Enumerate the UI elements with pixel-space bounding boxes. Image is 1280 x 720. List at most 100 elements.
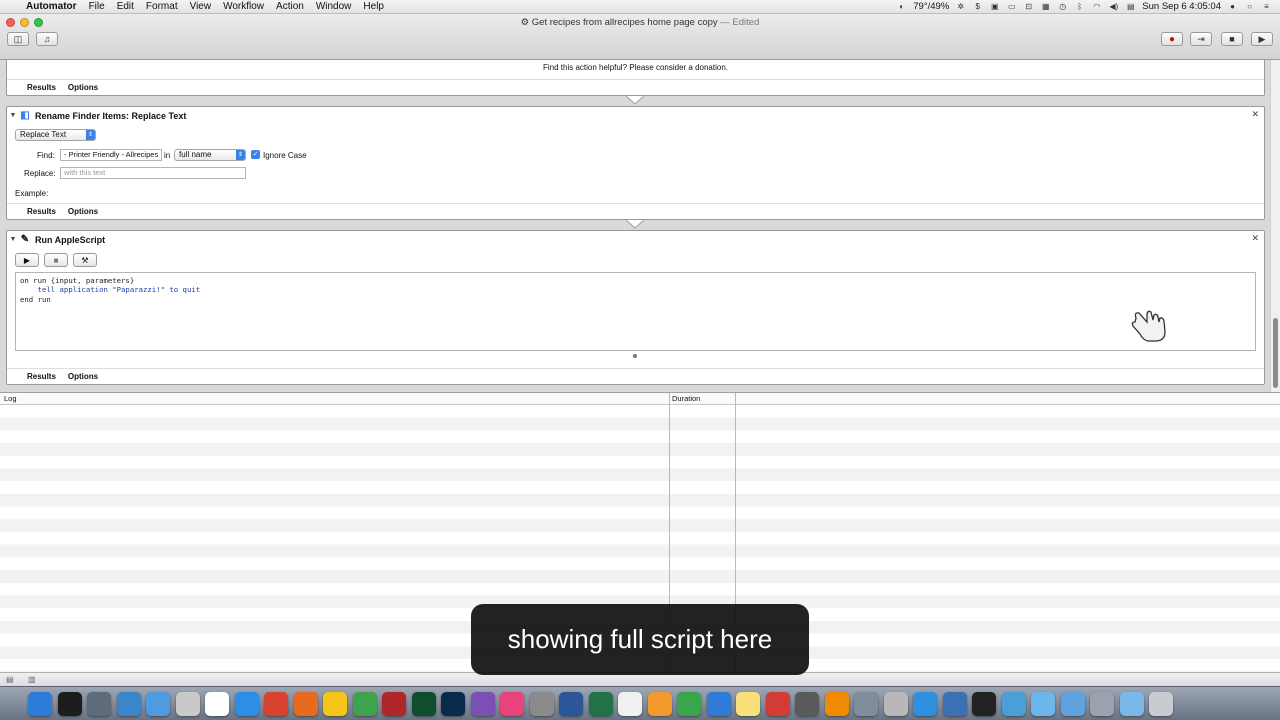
dock-finder-icon[interactable] (28, 692, 52, 716)
bluetooth-icon[interactable]: ᛒ (1074, 2, 1085, 11)
replace-mode-popup[interactable]: Replace Text ⇕ (15, 129, 96, 141)
dock-cyberduck-icon[interactable] (323, 692, 347, 716)
dock-textedit-icon[interactable] (618, 692, 642, 716)
menu-help[interactable]: Help (357, 1, 390, 12)
record-icon: ● (1168, 33, 1176, 45)
step-button[interactable]: ⇥ (1190, 32, 1212, 46)
menu-window[interactable]: Window (310, 1, 358, 12)
dock-dreamweaver-icon[interactable] (411, 692, 436, 716)
spotlight-search-icon[interactable]: ○ (1244, 2, 1255, 11)
network-icon[interactable]: ▣ (989, 2, 1000, 11)
resize-handle[interactable] (633, 354, 637, 358)
dock-tools-icon[interactable] (1090, 692, 1114, 716)
dock-trash-icon[interactable] (1149, 692, 1173, 716)
workflow-scrollbar[interactable] (1270, 60, 1280, 392)
options-button[interactable]: Options (68, 207, 98, 216)
temperature-readout[interactable]: 79°/49% (913, 1, 949, 12)
dock-calendar-icon[interactable] (205, 692, 229, 716)
dock-wunderlist-icon[interactable] (765, 692, 790, 716)
dock-network-icon[interactable] (942, 692, 967, 716)
menu-view[interactable]: View (184, 1, 218, 12)
dock-chrome-icon[interactable] (264, 692, 288, 716)
library-button[interactable]: ◫ (7, 32, 29, 46)
dock-filezilla-icon[interactable] (382, 692, 406, 716)
dock-apps-icon[interactable] (1001, 692, 1026, 716)
notification-center-icon[interactable]: ≡ (1261, 2, 1272, 11)
dock-contacts-icon[interactable] (175, 692, 200, 716)
run-script-button[interactable]: ▶ (15, 253, 39, 267)
sun-icon[interactable]: ✲ (955, 2, 966, 11)
stop-button[interactable]: ■ (1221, 32, 1243, 46)
disclosure-triangle-icon[interactable]: ▼ (7, 236, 19, 243)
dock-pixelmator-icon[interactable] (470, 692, 495, 716)
dock-safari-icon[interactable] (234, 692, 259, 716)
flag-icon[interactable]: ▤ (1125, 2, 1136, 11)
media-button[interactable]: ♫ (36, 32, 58, 46)
temperature-icon[interactable]: ◐ (896, 2, 907, 11)
duration-column-header[interactable]: Duration (672, 393, 700, 405)
dock-itunes-icon[interactable] (500, 692, 524, 716)
dock-folder-icon[interactable] (1031, 692, 1055, 716)
menu-workflow[interactable]: Workflow (217, 1, 270, 12)
log-view-icon[interactable]: ▥ (28, 675, 38, 684)
ignore-case-checkbox[interactable]: ✓ (251, 150, 260, 159)
menu-edit[interactable]: Edit (111, 1, 140, 12)
dock-dashboard-icon[interactable] (57, 692, 82, 716)
app-menu[interactable]: Automator (20, 1, 83, 12)
window-icon[interactable]: ▭ (1006, 2, 1017, 11)
run-button[interactable]: ▶ (1251, 32, 1273, 46)
dock-vlc-icon[interactable] (824, 692, 849, 716)
grid-icon[interactable]: ▦ (1040, 2, 1051, 11)
dock-files-icon[interactable] (1119, 692, 1144, 716)
dock-notes-icon[interactable] (736, 692, 760, 716)
scrollbar-thumb[interactable] (1273, 318, 1278, 388)
screen-icon[interactable]: ⊡ (1023, 2, 1034, 11)
results-button[interactable]: Results (27, 207, 56, 216)
stop-icon: ■ (1229, 34, 1235, 44)
dock-downloads-icon[interactable] (913, 692, 937, 716)
record-button[interactable]: ● (1161, 32, 1183, 46)
dock-utilities-icon[interactable] (854, 692, 878, 716)
dock-word-icon[interactable] (559, 692, 583, 716)
volume-icon[interactable]: ◀) (1108, 2, 1119, 11)
menu-format[interactable]: Format (140, 1, 184, 12)
dock-mail-icon[interactable] (146, 692, 170, 716)
dock-numbers-icon[interactable] (677, 692, 701, 716)
dock-keynote-icon[interactable] (706, 692, 731, 716)
user-icon[interactable]: ● (1227, 2, 1238, 11)
dock-preview-icon[interactable] (116, 692, 141, 716)
script-editor[interactable]: on run {input, parameters} tell applicat… (15, 272, 1256, 351)
dock-launchpad-icon[interactable] (87, 692, 111, 716)
scope-popup[interactable]: full name ⇕ (174, 149, 246, 161)
options-button[interactable]: Options (68, 372, 98, 381)
options-button[interactable]: Options (68, 83, 98, 92)
list-view-icon[interactable]: ▤ (6, 675, 16, 684)
dock-documents-icon[interactable] (1060, 692, 1085, 716)
dock-pages-icon[interactable] (647, 692, 672, 716)
replace-field[interactable]: with this text (60, 167, 246, 179)
dock-firefox-icon[interactable] (293, 692, 318, 716)
dock-terminal-icon[interactable] (972, 692, 996, 716)
clock[interactable]: Sun Sep 6 4:05:04 (1142, 1, 1221, 12)
find-field[interactable]: - Printer Friendly - Allrecipes (60, 149, 162, 161)
dock-imovie-icon[interactable] (795, 692, 819, 716)
dock-adium-icon[interactable] (352, 692, 377, 716)
menu-action[interactable]: Action (270, 1, 310, 12)
dollar-icon[interactable]: $ (972, 2, 983, 11)
close-icon[interactable]: ✕ (1251, 109, 1259, 120)
dock-scripts-icon[interactable] (883, 692, 908, 716)
results-button[interactable]: Results (27, 83, 56, 92)
wifi-icon[interactable]: ◠ (1091, 2, 1102, 11)
disclosure-triangle-icon[interactable]: ▼ (7, 112, 19, 119)
dock-photoshop-icon[interactable] (441, 692, 465, 716)
close-icon[interactable]: ✕ (1251, 233, 1259, 244)
stop-script-button[interactable]: ■ (44, 253, 68, 267)
menu-file[interactable]: File (83, 1, 111, 12)
time-machine-icon[interactable]: ◷ (1057, 2, 1068, 11)
media-icon: ♫ (43, 34, 51, 44)
results-button[interactable]: Results (27, 372, 56, 381)
dock-excel-icon[interactable] (588, 692, 613, 716)
dock-automator-icon[interactable] (529, 692, 554, 716)
compile-script-button[interactable]: ⚒ (73, 253, 97, 267)
log-column-header[interactable]: Log (4, 393, 17, 405)
